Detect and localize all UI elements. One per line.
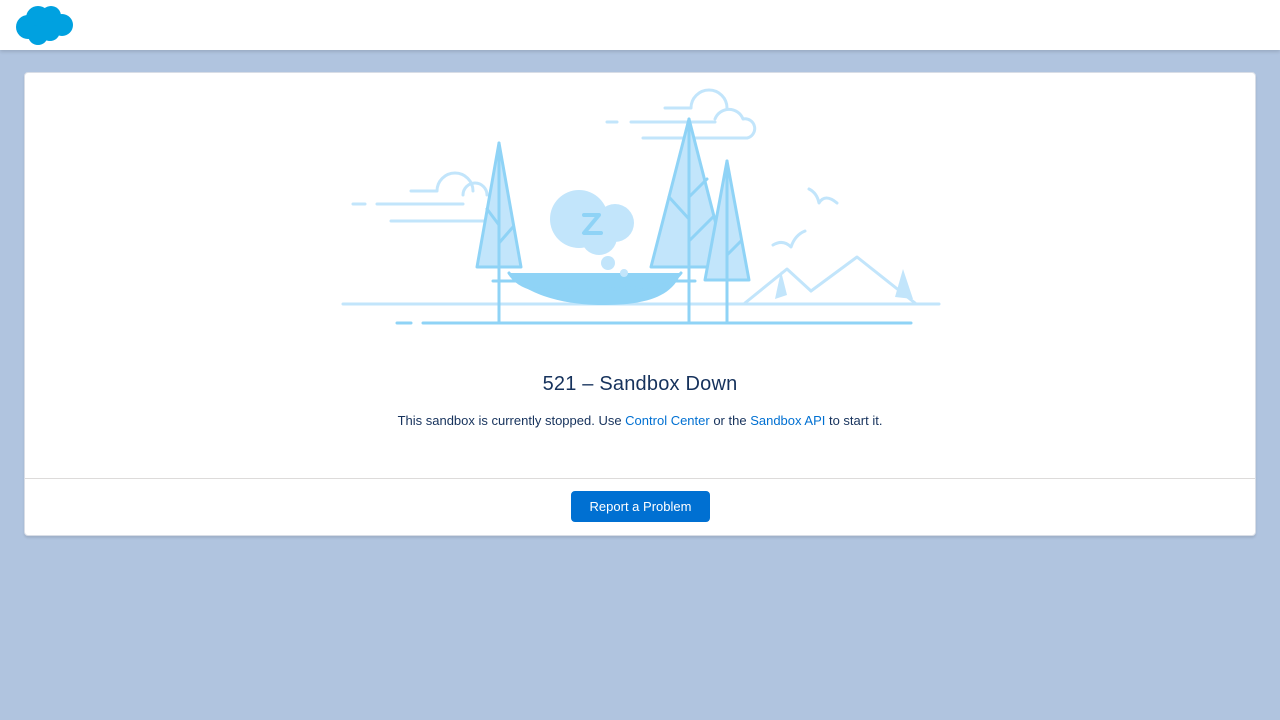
error-card: 521 – Sandbox Down This sandbox is curre… — [24, 72, 1256, 536]
control-center-link[interactable]: Control Center — [625, 413, 710, 428]
report-problem-button[interactable]: Report a Problem — [571, 491, 710, 522]
sandbox-api-link[interactable]: Sandbox API — [750, 413, 825, 428]
error-title: 521 – Sandbox Down — [542, 373, 738, 395]
message-middle: or the — [709, 413, 751, 428]
message-prefix: This sandbox is currently stopped. Use — [397, 413, 626, 428]
top-header — [0, 0, 1280, 50]
message-suffix: to start it. — [825, 413, 883, 428]
salesforce-cloud-icon[interactable] — [14, 4, 76, 46]
card-divider — [25, 478, 1255, 479]
error-message: This sandbox is currently stopped. Use C… — [25, 413, 1255, 428]
sleeping-hammock-illustration — [341, 88, 941, 325]
